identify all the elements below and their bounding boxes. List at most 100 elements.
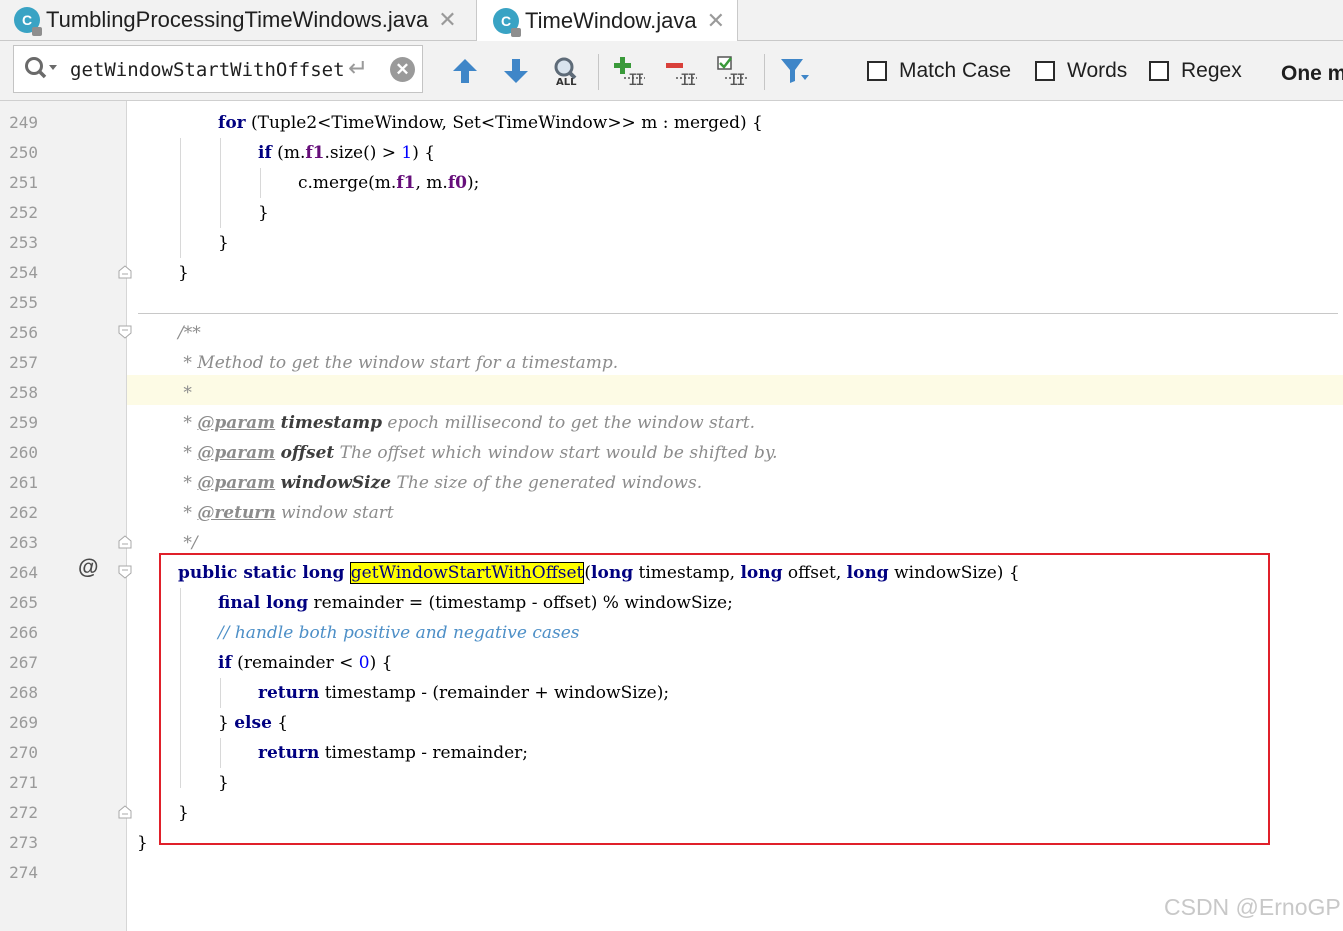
find-toolbar: ↵ ✕ ALL I I I I bbox=[0, 41, 1343, 101]
tab-label: TumblingProcessingTimeWindows.java bbox=[46, 7, 429, 32]
add-occurrence-icon: I I bbox=[614, 57, 645, 87]
doc-text: * bbox=[178, 473, 198, 493]
field: f1 bbox=[396, 173, 416, 193]
doc-text: * bbox=[178, 413, 198, 433]
doc-text: epoch millisecond to get the window star… bbox=[382, 413, 756, 433]
tab-tumbling-processing-time-windows[interactable]: C TumblingProcessingTimeWindows.java ✕ bbox=[0, 0, 474, 40]
keyword: for bbox=[218, 113, 246, 133]
select-all-occurrences-button[interactable]: I I bbox=[715, 55, 749, 87]
code-text: ); bbox=[467, 173, 480, 193]
line-number: 270 bbox=[9, 743, 38, 762]
annotation-highlight-box bbox=[159, 553, 1270, 845]
search-input[interactable] bbox=[68, 55, 352, 85]
search-history-icon[interactable] bbox=[24, 56, 60, 82]
match-case-label: Match Case bbox=[899, 59, 1012, 82]
doc-param-name: offset bbox=[280, 443, 335, 463]
find-all-icon: ALL bbox=[554, 57, 577, 87]
add-occurrence-button[interactable]: I I bbox=[612, 55, 646, 87]
line-number: 262 bbox=[9, 503, 38, 522]
watermark: CSDN @ErnoGP bbox=[1164, 894, 1341, 920]
filter-button[interactable] bbox=[778, 55, 812, 87]
line-number: 255 bbox=[9, 293, 38, 312]
code-line-254: } bbox=[178, 263, 189, 283]
doc-text: The size of the generated windows. bbox=[391, 473, 703, 493]
line-number: 259 bbox=[9, 413, 38, 432]
remove-occurrence-icon: I I bbox=[666, 63, 697, 87]
svg-text:ALL: ALL bbox=[556, 77, 577, 87]
code-text: , m. bbox=[415, 173, 448, 193]
regex-checkbox[interactable]: Regex bbox=[1149, 59, 1242, 83]
line-number: 261 bbox=[9, 473, 38, 492]
toolbar-separator bbox=[598, 54, 599, 90]
close-icon[interactable]: ✕ bbox=[707, 8, 725, 34]
next-occurrence-button[interactable] bbox=[499, 55, 533, 87]
regex-label: Regex bbox=[1181, 59, 1242, 82]
doc-tag: @return bbox=[197, 503, 276, 523]
fold-start-icon[interactable] bbox=[118, 565, 132, 579]
code-line-273: } bbox=[137, 833, 148, 853]
fold-end-icon[interactable] bbox=[118, 265, 132, 279]
line-number: 271 bbox=[9, 773, 38, 792]
new-line-icon[interactable]: ↵ bbox=[348, 54, 368, 83]
search-field[interactable]: ↵ ✕ bbox=[13, 45, 423, 93]
line-number: 251 bbox=[9, 173, 38, 192]
line-number: 264 bbox=[9, 563, 38, 582]
select-all-occurrences-icon: I I bbox=[717, 56, 748, 87]
fold-end-icon[interactable] bbox=[118, 805, 132, 819]
code-line-256: /** bbox=[178, 323, 201, 343]
line-number: 266 bbox=[9, 623, 38, 642]
fold-end-icon[interactable] bbox=[118, 535, 132, 549]
checkbox-box[interactable] bbox=[1149, 61, 1169, 81]
code-line-260: * @param offset The offset which window … bbox=[178, 438, 778, 468]
line-number: 274 bbox=[9, 863, 38, 882]
code-text: c.merge(m. bbox=[298, 173, 397, 193]
indent-guide bbox=[260, 168, 261, 198]
code-line-257: * Method to get the window start for a t… bbox=[178, 353, 619, 373]
code-line-251: c.merge(m.f1, m.f0); bbox=[298, 168, 479, 198]
keyword: if bbox=[258, 143, 272, 163]
line-number: 273 bbox=[9, 833, 38, 852]
words-checkbox[interactable]: Words bbox=[1035, 59, 1127, 83]
doc-text: The offset which window start would be s… bbox=[334, 443, 778, 463]
clear-search-icon[interactable]: ✕ bbox=[390, 57, 415, 82]
doc-param-name: windowSize bbox=[280, 473, 392, 493]
previous-occurrence-button[interactable] bbox=[448, 55, 482, 87]
code-line-262: * @return window start bbox=[178, 498, 394, 528]
doc-text: window start bbox=[275, 503, 394, 523]
toolbar-separator bbox=[764, 54, 765, 90]
fold-start-icon[interactable] bbox=[118, 325, 132, 339]
lock-icon bbox=[511, 27, 521, 37]
code-text: (Tuple2<TimeWindow, Set<TimeWindow>> m :… bbox=[245, 113, 763, 133]
filter-icon bbox=[781, 59, 809, 83]
line-number: 263 bbox=[9, 533, 38, 552]
method-separator bbox=[138, 313, 1338, 314]
line-number: 250 bbox=[9, 143, 38, 162]
doc-tag: @param bbox=[197, 443, 276, 463]
code-line-249: for (Tuple2<TimeWindow, Set<TimeWindow>>… bbox=[218, 108, 763, 138]
checkbox-box[interactable] bbox=[1035, 61, 1055, 81]
line-number: 252 bbox=[9, 203, 38, 222]
indent-guide bbox=[220, 138, 221, 228]
field: f0 bbox=[447, 173, 467, 193]
doc-text: * bbox=[178, 443, 198, 463]
line-number: 267 bbox=[9, 653, 38, 672]
close-icon[interactable]: ✕ bbox=[438, 7, 456, 33]
remove-occurrence-button[interactable]: I I bbox=[664, 55, 698, 87]
java-class-icon: C bbox=[14, 7, 42, 36]
find-all-button[interactable]: ALL bbox=[550, 55, 584, 87]
line-number: 272 bbox=[9, 803, 38, 822]
tab-label: TimeWindow.java bbox=[525, 7, 697, 33]
java-class-icon: C bbox=[493, 7, 521, 37]
line-number: 260 bbox=[9, 443, 38, 462]
number-literal: 1 bbox=[401, 143, 413, 163]
tab-time-window[interactable]: C TimeWindow.java ✕ bbox=[476, 0, 738, 41]
override-marker-icon[interactable]: @ bbox=[78, 556, 98, 580]
code-editor[interactable]: 249 250 251 252 253 254 255 256 257 258 … bbox=[0, 101, 1343, 931]
caret-row-highlight bbox=[127, 375, 1343, 405]
words-label: Words bbox=[1067, 59, 1128, 82]
match-count-label: One m bbox=[1281, 62, 1343, 85]
code-text: .size() > bbox=[324, 143, 402, 163]
checkbox-box[interactable] bbox=[867, 61, 887, 81]
line-number: 257 bbox=[9, 353, 38, 372]
match-case-checkbox[interactable]: Match Case bbox=[867, 59, 1011, 83]
